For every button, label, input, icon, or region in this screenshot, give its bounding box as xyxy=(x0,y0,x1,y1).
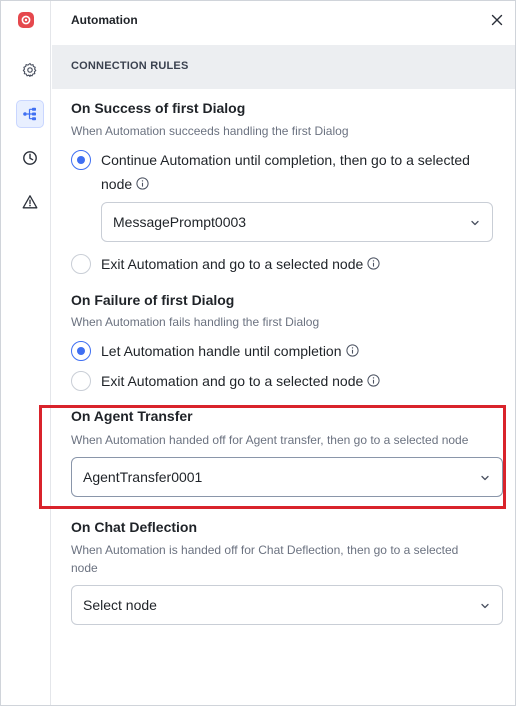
automation-logo-icon xyxy=(17,11,35,29)
chat-deflection-description: When Automation is handed off for Chat D… xyxy=(71,541,458,577)
chevron-down-icon xyxy=(471,220,479,226)
success-node-value: MessagePrompt0003 xyxy=(113,214,247,230)
agent-transfer-node-select[interactable]: AgentTransfer0001 xyxy=(71,457,503,497)
chevron-down-icon xyxy=(481,475,489,481)
rail-flow-button[interactable] xyxy=(16,100,44,128)
success-node-select[interactable]: MessagePrompt0003 xyxy=(101,202,493,242)
agent-transfer-title: On Agent Transfer xyxy=(71,408,193,424)
chat-deflection-description-line1: When Automation is handed off for Chat D… xyxy=(71,543,459,557)
warning-icon xyxy=(22,195,38,209)
gear-icon xyxy=(22,62,37,78)
panel-header: Automation xyxy=(52,1,515,41)
success-exit-radio[interactable] xyxy=(71,254,91,274)
info-icon[interactable] xyxy=(367,257,380,270)
rail-warnings-button[interactable] xyxy=(16,188,44,216)
close-icon xyxy=(491,14,503,26)
flow-tree-icon xyxy=(23,107,36,121)
info-icon[interactable] xyxy=(136,177,149,190)
rail-history-button[interactable] xyxy=(16,144,44,172)
failure-title: On Failure of first Dialog xyxy=(71,292,235,308)
info-icon[interactable] xyxy=(367,374,380,387)
chat-deflection-node-value: Select node xyxy=(83,597,157,613)
success-option-exit[interactable]: Exit Automation and go to a selected nod… xyxy=(71,254,380,276)
failure-option-exit[interactable]: Exit Automation and go to a selected nod… xyxy=(71,371,380,393)
panel-title: Automation xyxy=(71,13,138,27)
close-button[interactable] xyxy=(489,12,505,28)
failure-exit-radio[interactable] xyxy=(71,371,91,391)
agent-transfer-description: When Automation handed off for Agent tra… xyxy=(71,433,469,447)
success-continue-label-line2: node xyxy=(101,176,133,192)
failure-description: When Automation fails handling the first… xyxy=(71,315,320,329)
side-rail xyxy=(1,1,51,705)
success-continue-radio[interactable] xyxy=(71,150,91,170)
success-title: On Success of first Dialog xyxy=(71,100,246,116)
success-continue-label-line1: Continue Automation until completion, th… xyxy=(101,152,470,168)
chat-deflection-description-line2: node xyxy=(71,561,98,575)
success-option-continue[interactable]: Continue Automation until completion, th… xyxy=(71,150,470,196)
success-exit-label: Exit Automation and go to a selected nod… xyxy=(101,256,364,272)
failure-option-handle[interactable]: Let Automation handle until completion xyxy=(71,341,359,363)
clock-icon xyxy=(23,151,37,165)
info-icon[interactable] xyxy=(345,344,359,357)
section-title: CONNECTION RULES xyxy=(71,60,189,72)
section-header: CONNECTION RULES xyxy=(52,45,515,89)
rail-settings-button[interactable] xyxy=(16,56,44,84)
failure-exit-label: Exit Automation and go to a selected nod… xyxy=(101,373,364,389)
agent-transfer-node-value: AgentTransfer0001 xyxy=(83,469,203,485)
success-description: When Automation succeeds handling the fi… xyxy=(71,124,349,138)
chevron-down-icon xyxy=(481,603,489,609)
chat-deflection-title: On Chat Deflection xyxy=(71,519,198,535)
chat-deflection-node-select[interactable]: Select node xyxy=(71,585,503,625)
failure-handle-label: Let Automation handle until completion xyxy=(101,343,342,359)
failure-handle-radio[interactable] xyxy=(71,341,91,361)
automation-panel: Automation CONNECTION RULES On Success o… xyxy=(0,0,516,706)
